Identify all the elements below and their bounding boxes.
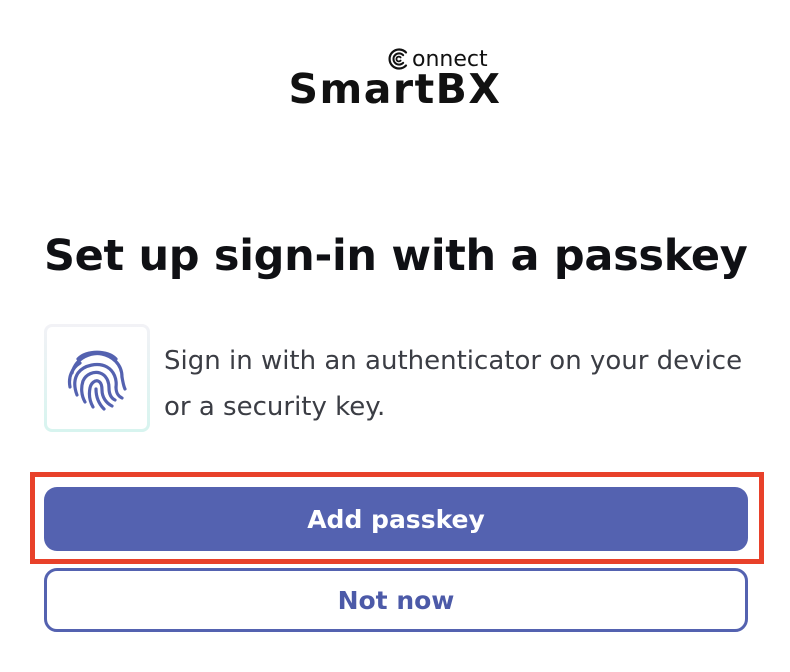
logo-connect: onnect xyxy=(386,44,488,74)
authenticator-icon-box xyxy=(44,324,150,432)
not-now-button[interactable]: Not now xyxy=(44,568,748,632)
logo-connect-text: onnect xyxy=(412,46,488,72)
add-passkey-button[interactable]: Add passkey xyxy=(44,487,748,551)
authenticator-description: Sign in with an authenticator on your de… xyxy=(164,346,743,422)
page-title: Set up sign-in with a passkey xyxy=(44,231,748,281)
c-ring-icon xyxy=(388,48,408,70)
fingerprint-icon xyxy=(67,350,127,411)
passkey-setup-page: SmartBX onnect Set up sign-in with a pas… xyxy=(0,0,790,672)
